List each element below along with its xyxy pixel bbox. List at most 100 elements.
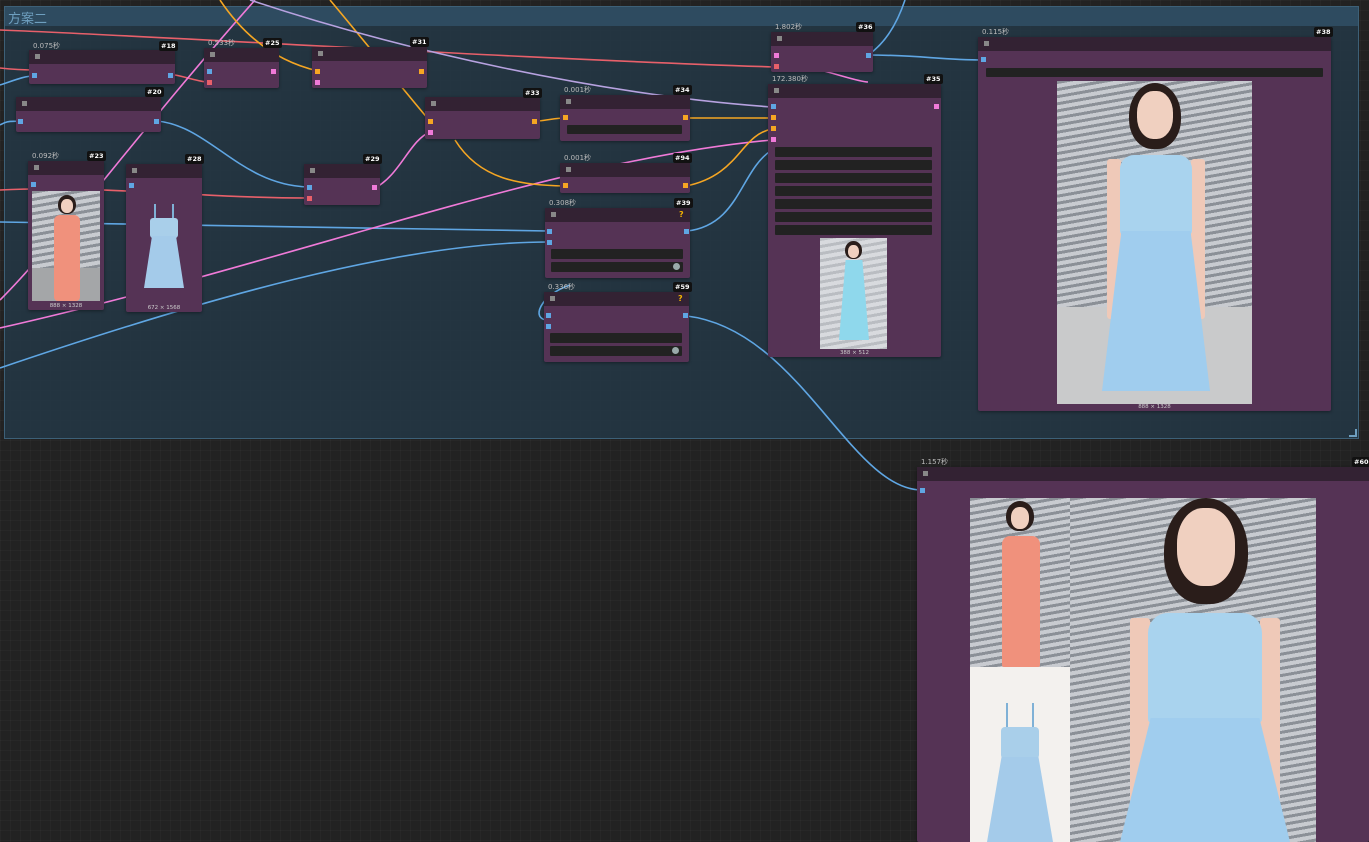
node-title-bar[interactable]: [978, 37, 1331, 51]
toggle-widget[interactable]: [550, 346, 682, 356]
collapse-toggle[interactable]: [210, 52, 215, 57]
output-port[interactable]: [372, 185, 377, 190]
widget-field[interactable]: [775, 173, 932, 183]
node-31[interactable]: [312, 47, 427, 88]
input-port[interactable]: [207, 69, 212, 74]
collapse-toggle[interactable]: [34, 165, 39, 170]
node-title-bar[interactable]: [29, 50, 175, 64]
input-port[interactable]: [315, 69, 320, 74]
collapse-toggle[interactable]: [22, 101, 27, 106]
node-29[interactable]: [304, 164, 380, 205]
widget-field[interactable]: [775, 186, 932, 196]
output-port[interactable]: [419, 69, 424, 74]
node-title-bar[interactable]: [16, 97, 161, 111]
widget-field[interactable]: [551, 249, 683, 259]
output-port[interactable]: [168, 73, 173, 78]
output-port[interactable]: [129, 183, 134, 188]
collapse-toggle[interactable]: [923, 471, 928, 476]
node-title-bar[interactable]: [28, 161, 104, 175]
node-title-bar[interactable]: [425, 97, 540, 111]
collapse-toggle[interactable]: [35, 54, 40, 59]
widget-field[interactable]: [775, 225, 932, 235]
input-port[interactable]: [563, 183, 568, 188]
input-port[interactable]: [547, 229, 552, 234]
collapse-toggle[interactable]: [550, 296, 555, 301]
input-port[interactable]: [546, 313, 551, 318]
node-title-bar[interactable]: [917, 467, 1369, 481]
node-18[interactable]: [29, 50, 175, 84]
node-28-load-image[interactable]: 672 × 1568: [126, 164, 202, 312]
node-33[interactable]: [425, 97, 540, 139]
node-title-bar[interactable]: [545, 208, 690, 222]
node-title-bar[interactable]: [560, 163, 690, 177]
widget-field[interactable]: [775, 199, 932, 209]
input-port[interactable]: [307, 196, 312, 201]
input-port[interactable]: [18, 119, 23, 124]
widget-field[interactable]: [775, 160, 932, 170]
output-port[interactable]: [683, 313, 688, 318]
node-title-bar[interactable]: [304, 164, 380, 178]
node-34[interactable]: [560, 95, 690, 141]
node-38-preview-image[interactable]: 888 × 1328: [978, 37, 1331, 411]
widget-field[interactable]: [775, 212, 932, 222]
output-port[interactable]: [683, 183, 688, 188]
collapse-toggle[interactable]: [566, 167, 571, 172]
input-port[interactable]: [771, 115, 776, 120]
collapse-toggle[interactable]: [777, 36, 782, 41]
output-port[interactable]: [31, 182, 36, 187]
output-port[interactable]: [532, 119, 537, 124]
node-39[interactable]: [545, 208, 690, 278]
collapse-toggle[interactable]: [774, 88, 779, 93]
input-port[interactable]: [563, 115, 568, 120]
collapse-toggle[interactable]: [431, 101, 436, 106]
input-port[interactable]: [315, 80, 320, 85]
collapse-toggle[interactable]: [551, 212, 556, 217]
output-port[interactable]: [934, 104, 939, 109]
node-title-bar[interactable]: [204, 48, 279, 62]
input-port[interactable]: [428, 119, 433, 124]
node-20[interactable]: [16, 97, 161, 132]
output-port[interactable]: [271, 69, 276, 74]
input-port[interactable]: [771, 137, 776, 142]
output-port[interactable]: [866, 53, 871, 58]
node-canvas[interactable]: 方案二 0.075秒 #18 #20 888 × 1328 0.092秒 #23…: [0, 0, 1369, 842]
node-title-bar[interactable]: [312, 47, 427, 61]
node-title-bar[interactable]: [768, 84, 941, 98]
collapse-toggle[interactable]: [984, 41, 989, 46]
node-59[interactable]: [544, 292, 689, 362]
input-port[interactable]: [920, 488, 925, 493]
node-title-bar[interactable]: [544, 292, 689, 306]
node-25[interactable]: [204, 48, 279, 88]
collapse-toggle[interactable]: [566, 99, 571, 104]
input-port[interactable]: [307, 185, 312, 190]
output-port[interactable]: [154, 119, 159, 124]
input-port[interactable]: [207, 80, 212, 85]
input-port[interactable]: [428, 130, 433, 135]
widget-field[interactable]: [567, 125, 682, 134]
widget-field[interactable]: [986, 68, 1323, 77]
input-port[interactable]: [774, 64, 779, 69]
output-port[interactable]: [684, 229, 689, 234]
node-title-bar[interactable]: [126, 164, 202, 178]
node-title-bar[interactable]: [560, 95, 690, 109]
collapse-toggle[interactable]: [310, 168, 315, 173]
toggle-widget[interactable]: [551, 262, 683, 272]
collapse-toggle[interactable]: [318, 51, 323, 56]
toggle-knob[interactable]: [673, 263, 680, 270]
input-port[interactable]: [32, 73, 37, 78]
node-23-load-image[interactable]: 888 × 1328: [28, 161, 104, 310]
input-port[interactable]: [981, 57, 986, 62]
node-title-bar[interactable]: [771, 32, 873, 46]
node-60-image-comparer[interactable]: [917, 467, 1369, 842]
widget-field[interactable]: [775, 147, 932, 157]
node-94[interactable]: [560, 163, 690, 193]
input-port[interactable]: [771, 126, 776, 131]
node-36[interactable]: [771, 32, 873, 72]
widget-field[interactable]: [550, 333, 682, 343]
input-port[interactable]: [771, 104, 776, 109]
node-35-sampler[interactable]: 388 × 512: [768, 84, 941, 357]
collapse-toggle[interactable]: [132, 168, 137, 173]
input-port[interactable]: [547, 240, 552, 245]
input-port[interactable]: [774, 53, 779, 58]
output-port[interactable]: [683, 115, 688, 120]
